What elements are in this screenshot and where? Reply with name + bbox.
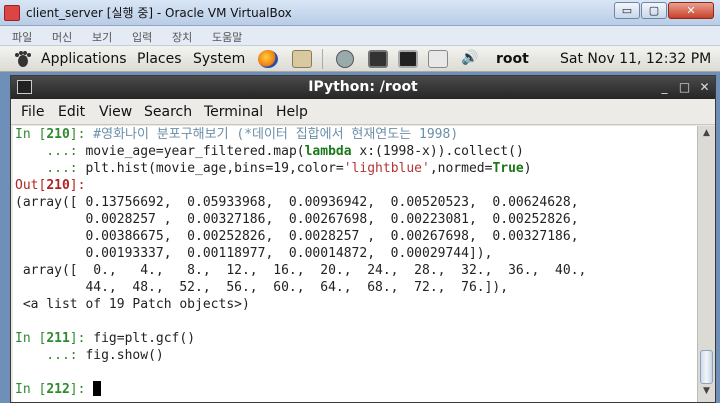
continuation-line: ...: movie_age=year_filtered.map(lambda … [15, 144, 524, 159]
terminal-window: IPython: /root _ □ ✕ File Edit View Sear… [10, 75, 716, 403]
input-line: In [211]: fig=plt.gcf() [15, 331, 196, 346]
vbox-menu-machine[interactable]: 머신 [52, 29, 72, 45]
vbox-menu-file[interactable]: 파일 [12, 29, 32, 45]
terminal-titlebar: IPython: /root _ □ ✕ [11, 76, 715, 99]
scroll-up-arrow-icon[interactable]: ▲ [700, 128, 713, 141]
active-input-line[interactable]: In [212]: [15, 381, 102, 398]
output-line: 0.00386675, 0.00252826, 0.0028257 , 0.00… [15, 229, 579, 244]
terminal-output-area[interactable]: In [210]: #영화나이 분포구해보기 (*데이터 집합에서 현재연도는 … [13, 126, 697, 402]
mail-icon[interactable] [292, 50, 312, 68]
terminal-minimize-button[interactable]: _ [657, 80, 672, 95]
vbox-menubar: 파일 머신 보기 입력 장치 도움말 [0, 26, 720, 46]
terminal-menu-edit[interactable]: Edit [58, 104, 85, 120]
output-line: 44., 48., 52., 56., 60., 64., 68., 72., … [15, 280, 509, 295]
terminal-menu-help[interactable]: Help [276, 104, 308, 120]
vbox-minimize-button[interactable]: ▭ [614, 2, 640, 19]
terminal-icon[interactable] [398, 50, 418, 68]
terminal-menu-view[interactable]: View [99, 104, 132, 120]
panel-separator [322, 49, 323, 69]
vbox-close-button[interactable]: ✕ [668, 2, 714, 19]
terminal-maximize-button[interactable]: □ [677, 80, 692, 95]
scrollbar-thumb[interactable] [700, 350, 713, 384]
panel-places-menu[interactable]: Places [137, 51, 182, 67]
gnome-foot-icon[interactable] [13, 50, 33, 68]
terminal-menu-terminal[interactable]: Terminal [204, 104, 263, 120]
virtualbox-app-icon [4, 5, 20, 21]
speaker-icon[interactable]: 🔊 [461, 50, 481, 68]
vbox-menu-help[interactable]: 도움말 [212, 29, 242, 45]
terminal-menubar: File Edit View Search Terminal Help [11, 99, 715, 125]
output-line: (array([ 0.13756692, 0.05933968, 0.00936… [15, 195, 579, 210]
vbox-menu-view[interactable]: 보기 [92, 29, 112, 45]
input-line: In [210]: #영화나이 분포구해보기 (*데이터 집합에서 현재연도는 … [15, 127, 459, 142]
scroll-down-arrow-icon[interactable]: ▼ [700, 386, 713, 399]
terminal-menu-search[interactable]: Search [144, 104, 192, 120]
text-cursor [93, 381, 102, 396]
vbox-maximize-button[interactable]: ▢ [641, 2, 667, 19]
network-icon[interactable] [336, 50, 354, 68]
output-prompt-line: Out[210]: [15, 178, 86, 193]
display-icon[interactable] [368, 50, 388, 68]
output-line: <a list of 19 Patch objects>) [15, 297, 250, 312]
panel-applications-menu[interactable]: Applications [41, 51, 127, 67]
text-editor-icon[interactable] [428, 50, 448, 68]
panel-user-name[interactable]: root [496, 51, 529, 67]
vbox-menu-devices[interactable]: 장치 [172, 29, 192, 45]
terminal-menu-file[interactable]: File [21, 104, 44, 120]
panel-system-menu[interactable]: System [193, 51, 245, 67]
output-line: 0.00193337, 0.00118977, 0.00014872, 0.00… [15, 246, 493, 261]
continuation-line: ...: plt.hist(movie_age,bins=19,color='l… [15, 161, 532, 176]
output-line: 0.0028257 , 0.00327186, 0.00267698, 0.00… [15, 212, 579, 227]
panel-clock[interactable]: Sat Nov 11, 12:32 PM [560, 51, 711, 67]
continuation-line: ...: fig.show() [15, 348, 164, 363]
firefox-icon[interactable] [258, 50, 278, 68]
gnome-top-panel: Applications Places System 🔊 root Sat No… [0, 46, 720, 72]
vbox-titlebar: client_server [실행 중] - Oracle VM Virtual… [0, 0, 720, 26]
terminal-scrollbar[interactable]: ▲ ▼ [697, 126, 715, 402]
terminal-window-title: IPython: /root [308, 79, 418, 95]
terminal-close-button[interactable]: ✕ [697, 80, 712, 95]
output-line: array([ 0., 4., 8., 12., 16., 20., 24., … [15, 263, 587, 278]
vbox-window-title: client_server [실행 중] - Oracle VM Virtual… [26, 6, 292, 20]
vbox-menu-input[interactable]: 입력 [132, 29, 152, 45]
